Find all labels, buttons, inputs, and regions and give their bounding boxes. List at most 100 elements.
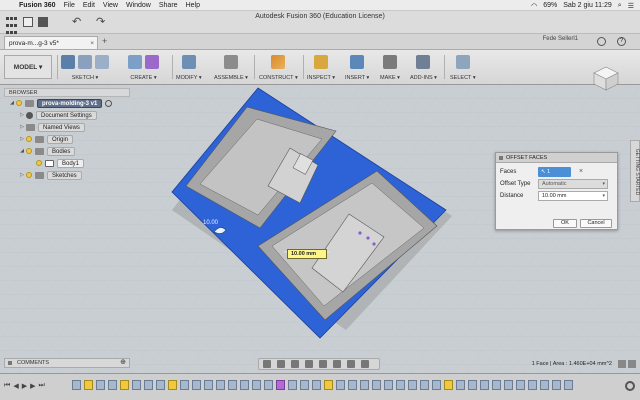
timeline-feature-icon[interactable]: [444, 380, 453, 390]
timeline-settings-gear-icon[interactable]: [625, 381, 635, 391]
new-component-icon[interactable]: [223, 55, 238, 69]
tree-item-bodies[interactable]: ◢ Bodies: [4, 145, 130, 157]
scripts-icon[interactable]: [416, 55, 431, 69]
play-icon[interactable]: ▶: [22, 382, 27, 390]
3d-print-icon[interactable]: [382, 55, 397, 69]
select-label[interactable]: SELECT ▾: [450, 75, 476, 81]
timeline-feature-icon[interactable]: [324, 380, 333, 390]
view-cube-icon[interactable]: [592, 64, 620, 92]
viewports-icon[interactable]: [361, 360, 369, 368]
browser-header[interactable]: BROWSER: [4, 88, 130, 97]
timeline-feature-icon[interactable]: [384, 380, 393, 390]
timeline-feature-icon[interactable]: [300, 380, 309, 390]
sketch-label[interactable]: SKETCH ▾: [72, 75, 99, 81]
timeline-feature-icon[interactable]: [516, 380, 525, 390]
construct-group[interactable]: CONSTRUCT ▾: [259, 53, 298, 83]
visibility-bulb-icon[interactable]: [26, 148, 32, 154]
timeline-feature-icon[interactable]: [108, 380, 117, 390]
job-status-icon[interactable]: [597, 37, 606, 46]
timeline-feature-icon[interactable]: [372, 380, 381, 390]
visibility-bulb-icon[interactable]: [26, 136, 32, 142]
timeline-feature-icon[interactable]: [156, 380, 165, 390]
go-to-start-icon[interactable]: ⏮: [4, 382, 10, 390]
menu-view[interactable]: View: [103, 2, 118, 9]
create-group[interactable]: CREATE ▾: [128, 53, 159, 83]
timeline-feature-icon[interactable]: [540, 380, 549, 390]
tree-root-label[interactable]: prova-molding-3 v1: [37, 98, 103, 108]
step-back-icon[interactable]: ◀: [13, 382, 18, 390]
expand-arrow-icon[interactable]: ▷: [18, 124, 26, 130]
tree-item-body1[interactable]: Body1: [4, 157, 130, 169]
timeline-feature-icon[interactable]: [312, 380, 321, 390]
document-tab[interactable]: prova-m...g-3 v5* ×: [4, 36, 98, 49]
select-group[interactable]: SELECT ▾: [450, 53, 476, 83]
fit-icon[interactable]: [319, 360, 327, 368]
timeline-feature-icon[interactable]: [408, 380, 417, 390]
tree-item-label[interactable]: Document Settings: [36, 110, 97, 120]
timeline-feature-icon[interactable]: [276, 380, 285, 390]
visibility-bulb-icon[interactable]: [36, 160, 42, 166]
tree-item-label[interactable]: Sketches: [47, 170, 82, 180]
dialog-grip-icon[interactable]: [499, 156, 503, 160]
clock-text[interactable]: Sab 2 giu 11:29: [563, 2, 612, 9]
select-arrow-icon[interactable]: [455, 55, 470, 69]
line-icon[interactable]: [78, 55, 92, 69]
tree-item-document-settings[interactable]: ▷ Document Settings: [4, 109, 130, 121]
press-pull-icon[interactable]: [181, 55, 196, 69]
menu-window[interactable]: Window: [126, 2, 151, 9]
timeline-feature-icon[interactable]: [228, 380, 237, 390]
timeline-feature-icon[interactable]: [264, 380, 273, 390]
make-group[interactable]: MAKE ▾: [380, 53, 400, 83]
timeline-feature-icon[interactable]: [492, 380, 501, 390]
expand-arrow-icon[interactable]: ▷: [18, 112, 26, 118]
add-tab-icon[interactable]: +: [102, 36, 107, 46]
timeline-feature-icon[interactable]: [180, 380, 189, 390]
dialog-title-bar[interactable]: OFFSET FACES: [496, 153, 617, 163]
collapse-arrow-icon[interactable]: ◢: [8, 100, 16, 106]
activate-radio-icon[interactable]: [105, 99, 113, 107]
pan-icon[interactable]: [291, 360, 299, 368]
add-ins-label[interactable]: ADD-INS ▾: [410, 75, 437, 81]
timeline-feature-icon[interactable]: [192, 380, 201, 390]
timeline-feature-icon[interactable]: [120, 380, 129, 390]
tree-item-label[interactable]: Named Views: [38, 122, 85, 132]
clear-selection-icon[interactable]: ×: [579, 168, 583, 175]
insert-group[interactable]: INSERT ▾: [345, 53, 369, 83]
comments-panel[interactable]: COMMENTS ⊕: [4, 358, 130, 368]
timeline-feature-icon[interactable]: [504, 380, 513, 390]
make-label[interactable]: MAKE ▾: [380, 75, 400, 81]
grid-settings-icon[interactable]: [347, 360, 355, 368]
timeline-feature-icon[interactable]: [420, 380, 429, 390]
tree-item-sketches[interactable]: ▷ Sketches: [4, 169, 130, 181]
timeline-feature-icon[interactable]: [360, 380, 369, 390]
user-name[interactable]: Fede Sellerl1: [543, 36, 578, 42]
modify-group[interactable]: MODIFY ▾: [176, 53, 202, 83]
timeline-feature-icon[interactable]: [168, 380, 177, 390]
timeline-feature-icon[interactable]: [288, 380, 297, 390]
comments-grip-icon[interactable]: [8, 361, 12, 365]
go-to-end-icon[interactable]: ⏭: [38, 382, 44, 390]
inspect-label[interactable]: INSPECT ▾: [307, 75, 335, 81]
timeline-feature-icon[interactable]: [456, 380, 465, 390]
add-ins-group[interactable]: ADD-INS ▾: [410, 53, 437, 83]
timeline-feature-icon[interactable]: [480, 380, 489, 390]
close-tab-icon[interactable]: ×: [90, 40, 94, 47]
timeline-feature-icon[interactable]: [552, 380, 561, 390]
tree-item-label[interactable]: Body1: [57, 158, 85, 168]
layout-icon[interactable]: [628, 360, 636, 368]
timeline-feature-icon[interactable]: [528, 380, 537, 390]
zoom-icon[interactable]: [305, 360, 313, 368]
construct-label[interactable]: CONSTRUCT ▾: [259, 75, 298, 81]
menu-list-icon[interactable]: ☰: [628, 2, 634, 10]
distance-input[interactable]: 10.00 mm ▾: [538, 191, 608, 201]
offset-plane-icon[interactable]: [271, 55, 286, 69]
workspace-switcher[interactable]: MODEL ▾: [4, 55, 52, 79]
extrude-icon[interactable]: [128, 55, 142, 69]
insert-label[interactable]: INSERT ▾: [345, 75, 369, 81]
timeline-feature-icon[interactable]: [468, 380, 477, 390]
battery-percent[interactable]: 69%: [543, 2, 557, 9]
assemble-label[interactable]: ASSEMBLE ▾: [214, 75, 248, 81]
faces-selection-button[interactable]: ↖ 1 selected: [538, 167, 571, 185]
distance-value-input-overlay[interactable]: 10.00 mm: [287, 249, 327, 259]
expand-arrow-icon[interactable]: ▷: [18, 136, 26, 142]
